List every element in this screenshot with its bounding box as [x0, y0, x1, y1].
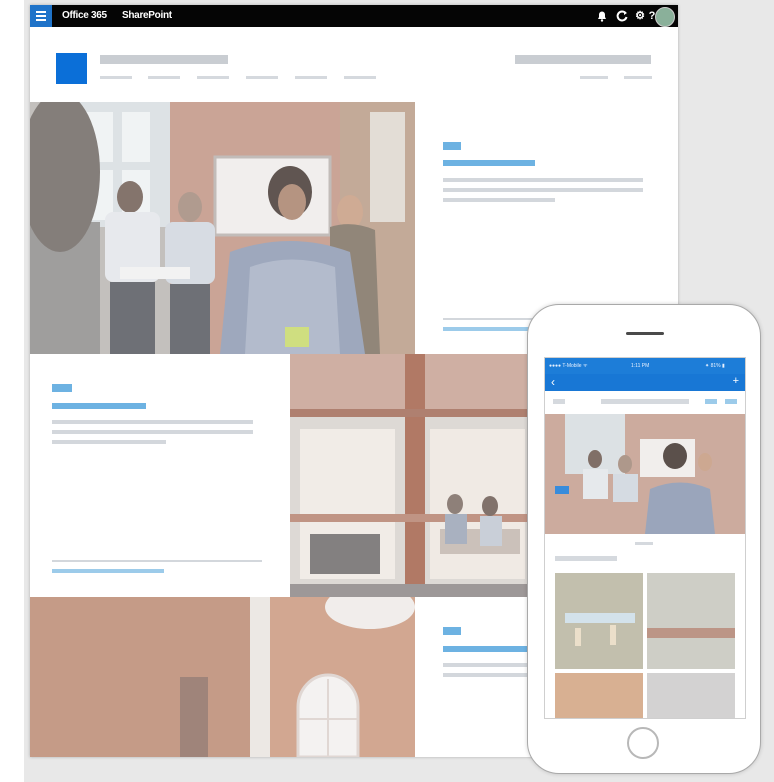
phone-gallery[interactable]: [555, 573, 735, 719]
nav-item[interactable]: [148, 76, 180, 79]
suite-bar: Office 365 SharePoint ⚙ ?: [30, 5, 678, 27]
phone-app-bar: ‹ +: [545, 374, 745, 391]
phone-status-bar: ●●●● T-Mobile ᯤ 1:11 PM ⁕ 81% ▮: [545, 358, 745, 374]
hero-photo[interactable]: [30, 102, 415, 354]
tile-text-line: [52, 420, 253, 424]
tile-category: [52, 384, 72, 392]
app-launcher-icon[interactable]: [30, 5, 52, 27]
carousel-dots[interactable]: [635, 542, 653, 545]
phone-menu-icon[interactable]: [553, 399, 565, 404]
nav-item[interactable]: [100, 76, 132, 79]
tile-divider: [52, 560, 262, 562]
site-logo[interactable]: [56, 53, 87, 84]
header-action[interactable]: [624, 76, 652, 79]
tile-title: [443, 160, 535, 166]
search-placeholder[interactable]: [515, 55, 651, 64]
tile-text-line: [443, 188, 643, 192]
phone-section-title: [555, 556, 617, 561]
suite-app-name[interactable]: Office 365: [62, 10, 107, 21]
tile-category: [443, 627, 461, 635]
status-carrier: ●●●● T-Mobile ᯤ: [549, 363, 588, 369]
site-title-placeholder: [100, 55, 228, 64]
news-tile-2[interactable]: [30, 354, 290, 597]
space-photo[interactable]: [30, 597, 415, 757]
phone-action[interactable]: [725, 399, 737, 404]
phone-device: ●●●● T-Mobile ᯤ 1:11 PM ⁕ 81% ▮ ‹ +: [527, 304, 761, 774]
suite-product-name[interactable]: SharePoint: [122, 10, 172, 21]
notification-icon[interactable]: [595, 9, 609, 23]
tile-text-line: [52, 430, 253, 434]
phone-title-placeholder: [601, 399, 689, 404]
nav-item[interactable]: [197, 76, 229, 79]
status-battery: ⁕ 81% ▮: [705, 363, 725, 369]
tile-title: [52, 403, 146, 409]
phone-action[interactable]: [705, 399, 717, 404]
tile-text-line: [52, 440, 166, 444]
office-photo[interactable]: [290, 354, 532, 597]
header-action[interactable]: [580, 76, 608, 79]
status-time: 1:11 PM: [631, 363, 650, 369]
tile-text-line: [443, 198, 555, 202]
settings-icon[interactable]: ⚙: [633, 9, 647, 23]
refresh-icon[interactable]: [615, 9, 629, 23]
home-button[interactable]: [627, 727, 659, 759]
nav-item[interactable]: [246, 76, 278, 79]
phone-speaker: [626, 332, 664, 335]
tile-category: [443, 142, 461, 150]
tile-text-line: [443, 178, 643, 182]
nav-item[interactable]: [295, 76, 327, 79]
tile-title: [443, 646, 533, 652]
back-icon[interactable]: ‹: [551, 375, 555, 389]
add-icon[interactable]: +: [733, 375, 739, 387]
avatar-icon[interactable]: [655, 7, 675, 27]
phone-screen: ●●●● T-Mobile ᯤ 1:11 PM ⁕ 81% ▮ ‹ +: [544, 357, 746, 719]
tile-link[interactable]: [52, 569, 164, 573]
nav-item[interactable]: [344, 76, 376, 79]
phone-hero-photo[interactable]: [545, 414, 745, 534]
